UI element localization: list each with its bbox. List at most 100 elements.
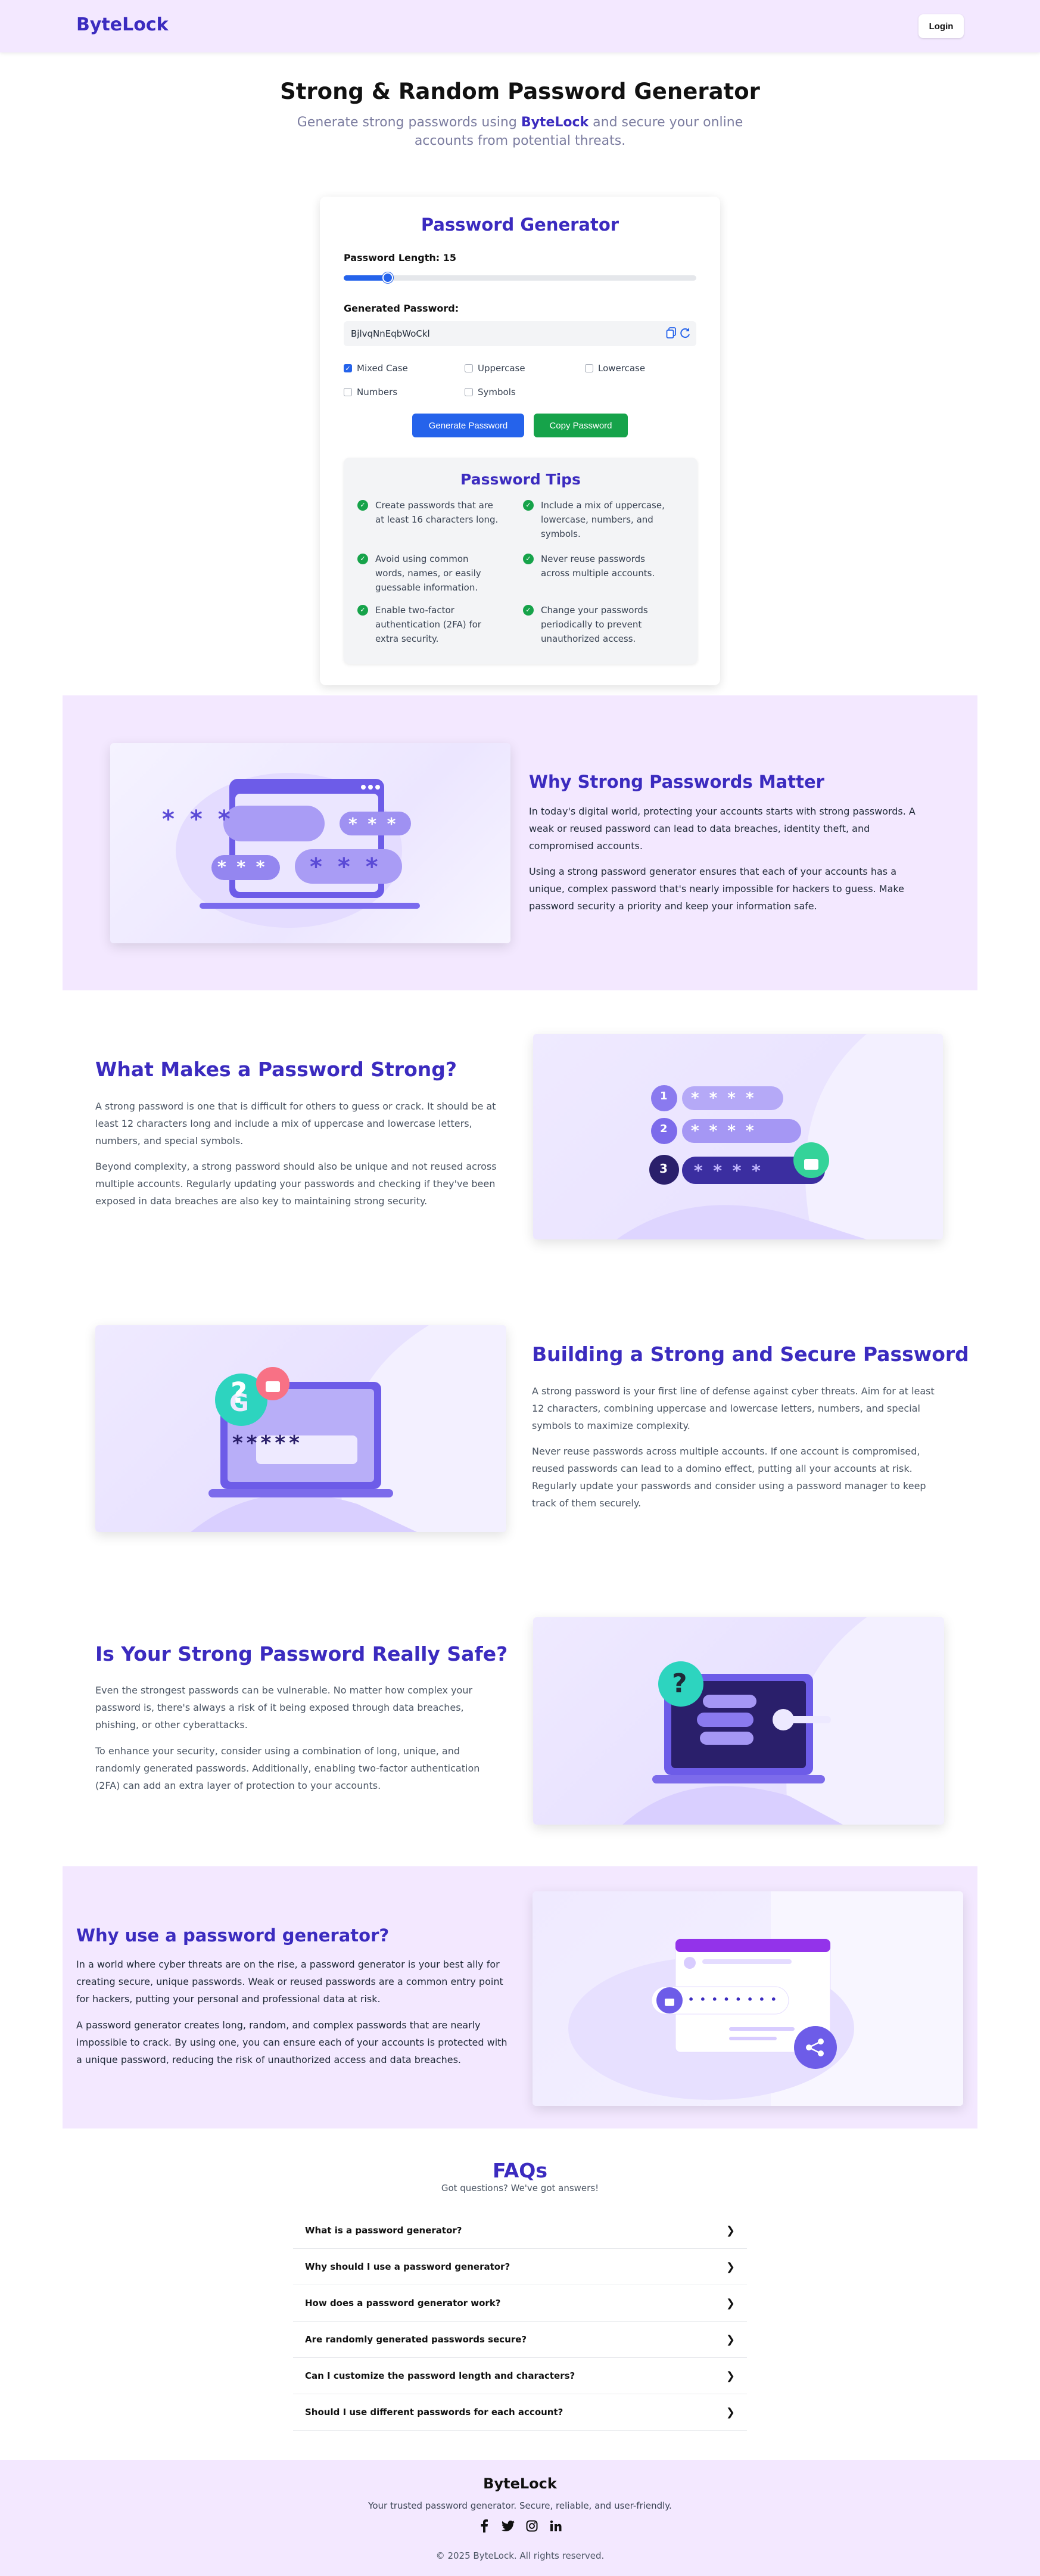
check-icon: ✓ <box>357 554 368 564</box>
tip-item: ✓ Enable two-factor authentication (2FA) … <box>357 603 500 646</box>
faq-question: Should I use different passwords for eac… <box>305 2407 563 2417</box>
facebook-icon[interactable] <box>478 2519 491 2533</box>
faq-question: Why should I use a password generator? <box>305 2261 510 2272</box>
lowercase-checkbox[interactable] <box>585 364 593 372</box>
option-mixed-case[interactable]: Mixed Case <box>344 362 408 375</box>
faq-item[interactable]: Can I customize the password length and … <box>293 2358 747 2394</box>
option-label: Uppercase <box>478 363 525 374</box>
building-paragraph-1: A strong password is your first line of … <box>532 1385 935 1431</box>
step-number: 2 <box>660 1123 668 1135</box>
subtitle-text: Generate strong passwords using <box>297 115 521 130</box>
footer-brand: ByteLock <box>483 2475 557 2492</box>
option-label: Mixed Case <box>357 363 408 374</box>
uppercase-checkbox[interactable] <box>465 364 473 372</box>
site-logo[interactable]: ByteLock <box>76 14 169 35</box>
building-title: Building a Strong and Secure Password <box>532 1343 969 1366</box>
check-icon: ✓ <box>357 500 368 511</box>
question-mark: ? <box>231 1376 247 1410</box>
length-slider-track[interactable] <box>344 275 696 281</box>
tips-title: Password Tips <box>460 471 581 488</box>
password-dots: • • • • • • • • <box>688 1994 778 2005</box>
mask-text: * * * <box>348 814 398 834</box>
check-icon: ✓ <box>523 500 534 511</box>
page-subtitle: Generate strong passwords using ByteLock… <box>282 113 758 150</box>
footer-tagline: Your trusted password generator. Secure,… <box>368 2500 672 2511</box>
option-lowercase[interactable]: Lowercase <box>585 362 645 375</box>
chevron-right-icon: ❯ <box>725 2406 735 2419</box>
tip-text: Never reuse passwords across multiple ac… <box>541 554 655 579</box>
option-label: Symbols <box>478 387 516 397</box>
faq-subtitle: Got questions? We've got answers! <box>441 2183 599 2193</box>
mask-text: * * * * <box>691 1089 756 1107</box>
tip-item: ✓ Avoid using common words, names, or eas… <box>357 552 500 595</box>
tip-text: Avoid using common words, names, or easi… <box>375 554 481 593</box>
laptop-key-illustration <box>533 1617 944 1825</box>
safe-title: Is Your Strong Password Really Safe? <box>95 1642 508 1665</box>
mask-text: * * * <box>310 853 382 881</box>
generate-password-button[interactable]: Generate Password <box>412 414 524 437</box>
footer-copyright: © 2025 ByteLock. All rights reserved. <box>435 2550 605 2561</box>
tip-item: ✓ Include a mix of uppercase, lowercase, … <box>523 498 666 541</box>
mask-text: * * * * <box>691 1122 756 1140</box>
instagram-icon[interactable] <box>525 2519 538 2533</box>
safe-paragraph-2: To enhance your security, consider using… <box>95 1745 480 1791</box>
mask-text: * * * <box>162 806 234 833</box>
social-links <box>0 2519 1040 2533</box>
check-icon: ✓ <box>523 554 534 564</box>
password-length-label: Password Length: 15 <box>344 252 456 263</box>
faq-title: FAQs <box>493 2159 547 2182</box>
step-number: 3 <box>659 1161 668 1176</box>
chevron-right-icon: ❯ <box>725 2333 735 2346</box>
why-paragraph-1: In today's digital world, protecting you… <box>529 806 916 852</box>
refresh-icon[interactable] <box>679 327 691 339</box>
what-title: What Makes a Password Strong? <box>95 1058 457 1081</box>
chevron-right-icon: ❯ <box>725 2297 735 2310</box>
option-label: Lowercase <box>598 363 646 374</box>
length-slider-handle[interactable] <box>382 272 393 283</box>
tip-text: Enable two-factor authentication (2FA) f… <box>375 605 481 644</box>
faq-question: Can I customize the password length and … <box>305 2370 575 2381</box>
faq-item[interactable]: Are randomly generated passwords secure?… <box>293 2322 747 2358</box>
tip-item: ✓ Never reuse passwords across multiple a… <box>523 552 666 580</box>
use-generator-paragraph-2: A password generator creates long, rando… <box>76 2019 507 2065</box>
safe-paragraph-1: Even the strongest passwords can be vuln… <box>95 1685 473 1730</box>
option-numbers[interactable]: Numbers <box>344 386 397 399</box>
login-button[interactable]: Login <box>918 14 964 38</box>
password-window-illustration <box>110 743 510 943</box>
chevron-right-icon: ❯ <box>725 2260 735 2273</box>
use-generator-title: Why use a password generator? <box>76 1925 390 1946</box>
twitter-icon[interactable] <box>502 2519 515 2533</box>
copy-icon[interactable] <box>666 327 677 339</box>
generator-title: Password Generator <box>421 215 619 235</box>
step-number: 1 <box>660 1090 668 1102</box>
use-generator-paragraph-1: In a world where cyber threats are on th… <box>76 1959 503 2005</box>
faq-item[interactable]: Why should I use a password generator? ❯ <box>293 2249 747 2285</box>
what-paragraph-1: A strong password is one that is difficu… <box>95 1101 496 1146</box>
building-paragraph-2: Never reuse passwords across multiple ac… <box>532 1446 926 1509</box>
chevron-right-icon: ❯ <box>725 2369 735 2382</box>
mask-text: ***** <box>232 1431 303 1455</box>
faq-item[interactable]: What is a password generator? ❯ <box>293 2213 747 2249</box>
laptop-password-illustration <box>95 1325 506 1532</box>
generated-password-label: Generated Password: <box>344 303 459 314</box>
mixed-case-checkbox[interactable] <box>344 364 352 372</box>
faq-question: Are randomly generated passwords secure? <box>305 2334 527 2345</box>
check-icon: ✓ <box>523 605 534 616</box>
option-uppercase[interactable]: Uppercase <box>465 362 525 375</box>
tip-text: Change your passwords periodically to pr… <box>541 605 648 644</box>
linkedin-icon[interactable] <box>549 2519 562 2533</box>
length-slider-fill <box>344 275 388 281</box>
numbers-checkbox[interactable] <box>344 388 352 396</box>
option-label: Numbers <box>357 387 398 397</box>
chevron-right-icon: ❯ <box>725 2224 735 2237</box>
faq-question: What is a password generator? <box>305 2225 462 2236</box>
why-paragraph-2: Using a strong password generator ensure… <box>529 866 904 912</box>
page-title: Strong & Random Password Generator <box>280 79 760 104</box>
copy-password-button[interactable]: Copy Password <box>534 414 628 437</box>
symbols-checkbox[interactable] <box>465 388 473 396</box>
option-symbols[interactable]: Symbols <box>465 386 516 399</box>
faq-item[interactable]: Should I use different passwords for eac… <box>293 2394 747 2431</box>
faq-item[interactable]: How does a password generator work? ❯ <box>293 2285 747 2322</box>
subtitle-brand: ByteLock <box>521 115 589 130</box>
tip-text: Create passwords that are at least 16 ch… <box>375 500 499 525</box>
